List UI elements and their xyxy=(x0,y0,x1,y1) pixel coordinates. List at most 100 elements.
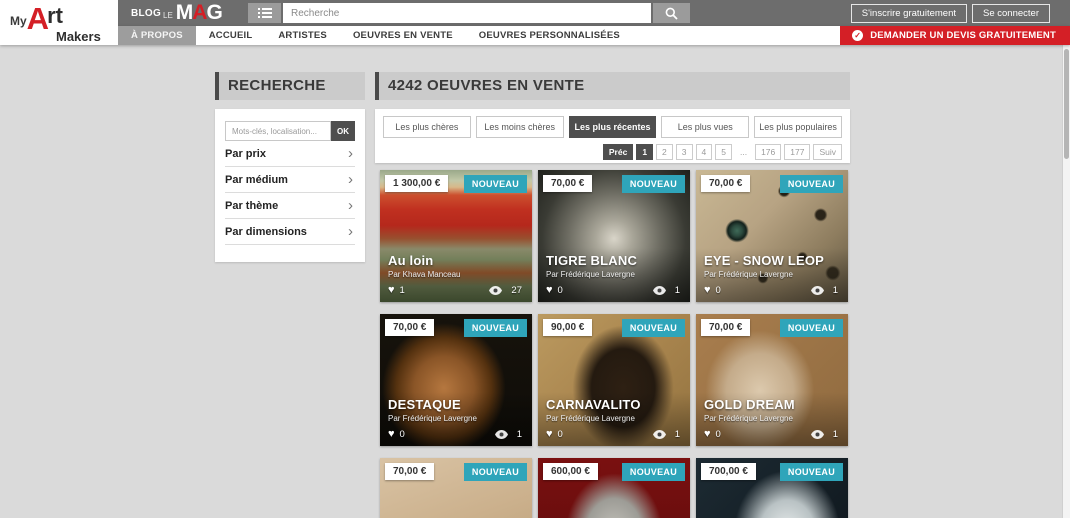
artwork-card[interactable]: 90,00 € NOUVEAU CARNAVALITO Par Frédériq… xyxy=(538,314,690,446)
devis-button[interactable]: ✓ DEMANDER UN DEVIS GRATUITEMENT xyxy=(840,26,1070,45)
search-input[interactable] xyxy=(283,3,651,23)
logo[interactable]: My Art Makers xyxy=(0,0,118,45)
advanced-search-button[interactable] xyxy=(248,3,281,23)
likes[interactable]: ♥ 0 xyxy=(546,284,563,297)
artwork-card[interactable]: 70,00 € NOUVEAU TIGRE BLANC Par Frédériq… xyxy=(538,170,690,302)
new-badge: NOUVEAU xyxy=(779,175,843,193)
price-tag: 70,00 € xyxy=(385,319,435,336)
filter-par-prix[interactable]: Par prix › xyxy=(225,141,355,167)
artwork-artist[interactable]: Par Frédérique Lavergne xyxy=(704,414,840,423)
page-3[interactable]: 3 xyxy=(675,144,693,161)
card-stats: ♥ 0 1 xyxy=(704,284,840,297)
sort-plus-populaires[interactable]: Les plus populaires xyxy=(754,116,842,138)
likes[interactable]: ♥ 0 xyxy=(388,429,405,441)
nav-item-accueil[interactable]: ACCUEIL xyxy=(196,26,266,45)
page-1[interactable]: 1 xyxy=(636,144,654,161)
price-tag: 70,00 € xyxy=(543,175,593,192)
card-meta: EYE - SNOW LEOP Par Frédérique Lavergne … xyxy=(696,248,848,302)
card-meta: Au loin Par Khava Manceau ♥ 1 27 xyxy=(380,248,532,302)
artwork-artist[interactable]: Par Khava Manceau xyxy=(388,270,524,279)
chevron-right-icon: › xyxy=(348,197,353,214)
artwork-card[interactable]: 70,00 € NOUVEAU xyxy=(380,458,532,518)
views-count: 27 xyxy=(511,285,522,296)
sort-plus-vues[interactable]: Les plus vues xyxy=(661,116,750,138)
scrollbar-thumb[interactable] xyxy=(1064,49,1069,159)
blog-link[interactable]: BLOG xyxy=(131,8,161,19)
lemag-a: A xyxy=(192,1,207,24)
price-tag: 1 300,00 € xyxy=(385,175,449,192)
artwork-card[interactable]: 600,00 € NOUVEAU xyxy=(538,458,690,518)
price-tag: 70,00 € xyxy=(701,175,751,192)
nav-item-oeuvres-en-vente[interactable]: OEUVRES EN VENTE xyxy=(340,26,466,45)
devis-label: DEMANDER UN DEVIS GRATUITEMENT xyxy=(870,30,1056,41)
signup-button[interactable]: S'inscrire gratuitement xyxy=(850,4,967,23)
eye-icon xyxy=(652,430,666,439)
ok-button[interactable]: OK xyxy=(331,121,355,141)
keywords-input[interactable] xyxy=(225,121,331,141)
list-icon xyxy=(257,8,272,18)
check-circle-icon: ✓ xyxy=(852,30,864,41)
likes[interactable]: ♥ 0 xyxy=(704,284,721,297)
top-bar: BLOG LE MAG S'inscrire gratuitement Se c… xyxy=(0,0,1070,26)
filter-par-theme[interactable]: Par thème › xyxy=(225,193,355,219)
eye-icon xyxy=(810,286,824,295)
sort-plus-cheres[interactable]: Les plus chères xyxy=(383,116,471,138)
page-177[interactable]: 177 xyxy=(784,144,811,161)
page-prev[interactable]: Préc xyxy=(602,144,634,161)
views-count: 1 xyxy=(832,429,838,440)
artwork-title: GOLD DREAM xyxy=(704,397,795,412)
sort-buttons: Les plus chères Les moins chères Les plu… xyxy=(383,116,842,138)
filter-label: Par prix xyxy=(225,147,266,160)
heart-icon: ♥ xyxy=(704,284,711,296)
artwork-card[interactable]: 700,00 € NOUVEAU xyxy=(696,458,848,518)
nav-item-artistes[interactable]: ARTISTES xyxy=(265,26,340,45)
artwork-card[interactable]: 1 300,00 € NOUVEAU Au loin Par Khava Man… xyxy=(380,170,532,302)
new-badge: NOUVEAU xyxy=(621,463,685,481)
nav-item-a-propos[interactable]: À PROPOS xyxy=(118,26,196,45)
artwork-artist[interactable]: Par Frédérique Lavergne xyxy=(704,270,840,279)
views: 1 xyxy=(494,429,522,440)
views: 27 xyxy=(489,285,522,296)
views: 1 xyxy=(652,285,680,296)
page-next[interactable]: Suiv xyxy=(813,144,842,161)
artwork-card[interactable]: 70,00 € NOUVEAU DESTAQUE Par Frédérique … xyxy=(380,314,532,446)
login-button[interactable]: Se connecter xyxy=(972,4,1050,23)
sidebar-panel: OK Par prix › Par médium › Par thème › P… xyxy=(215,109,365,262)
filter-par-medium[interactable]: Par médium › xyxy=(225,167,355,193)
price-tag: 70,00 € xyxy=(385,463,435,480)
likes[interactable]: ♥ 0 xyxy=(546,429,563,441)
sort-plus-recentes[interactable]: Les plus récentes xyxy=(568,116,657,138)
heart-icon: ♥ xyxy=(546,284,553,296)
likes[interactable]: ♥ 1 xyxy=(388,285,405,297)
artwork-artist[interactable]: Par Frédérique Lavergne xyxy=(388,414,524,423)
artwork-card[interactable]: 70,00 € NOUVEAU EYE - SNOW LEOP Par Fréd… xyxy=(696,170,848,302)
page-176[interactable]: 176 xyxy=(755,144,782,161)
nav-bar: À PROPOS ACCUEIL ARTISTES OEUVRES EN VEN… xyxy=(0,26,1070,45)
nav-item-oeuvres-personnalisees[interactable]: OEUVRES PERSONNALISÉES xyxy=(466,26,633,45)
artwork-artist[interactable]: Par Frédérique Lavergne xyxy=(546,414,682,423)
filter-label: Par thème xyxy=(225,199,279,212)
filter-label: Par médium xyxy=(225,173,288,186)
price-tag: 70,00 € xyxy=(701,319,751,336)
lemag-link[interactable]: LE MAG xyxy=(163,1,223,25)
sidebar-title: RECHERCHE xyxy=(215,72,365,100)
filter-par-dimensions[interactable]: Par dimensions › xyxy=(225,219,355,245)
page-5[interactable]: 5 xyxy=(715,144,732,161)
page-4[interactable]: 4 xyxy=(695,144,713,161)
heart-icon: ♥ xyxy=(704,428,711,440)
artwork-artist[interactable]: Par Frédérique Lavergne xyxy=(546,270,682,279)
card-stats: ♥ 0 1 xyxy=(546,284,682,297)
card-stats: ♥ 0 1 xyxy=(546,429,682,441)
page: BLOG LE MAG S'inscrire gratuitement Se c… xyxy=(0,0,1070,518)
eye-icon xyxy=(494,430,508,439)
page-2[interactable]: 2 xyxy=(656,144,673,161)
artwork-title: CARNAVALITO xyxy=(546,397,641,412)
likes-count: 0 xyxy=(399,429,405,440)
likes[interactable]: ♥ 0 xyxy=(704,428,721,441)
search-button[interactable] xyxy=(653,3,690,23)
lemag-mag: MAG xyxy=(176,1,223,25)
sort-moins-cheres[interactable]: Les moins chères xyxy=(475,116,564,138)
scrollbar[interactable] xyxy=(1062,45,1070,518)
artwork-card[interactable]: 70,00 € NOUVEAU GOLD DREAM Par Frédériqu… xyxy=(696,314,848,446)
artwork-title: TIGRE BLANC xyxy=(546,253,638,268)
